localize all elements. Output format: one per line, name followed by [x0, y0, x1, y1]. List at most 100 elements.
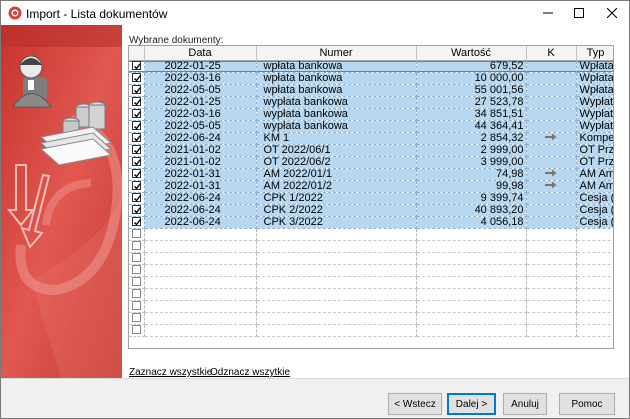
cell-type	[576, 312, 613, 325]
cell-type: Wpłata	[576, 72, 613, 85]
empty-table-row[interactable]	[129, 324, 613, 337]
dialog-footer: < Wstecz Dalej > Anuluj Pomoc	[1, 378, 629, 418]
row-checkbox[interactable]	[131, 193, 141, 203]
documents-grid[interactable]: Data Numer Wartość K Typ 2022-01-25 wpłat…	[128, 45, 614, 349]
deselect-all-link[interactable]: Odznacz wszytkie	[210, 367, 290, 378]
row-checkbox-cell	[129, 108, 145, 121]
cell-date	[144, 312, 257, 325]
cell-amount: 2 854,32	[416, 132, 527, 145]
next-button[interactable]: Dalej >	[447, 393, 496, 415]
table-row[interactable]: 2021-01-02 OT 2022/06/1 2 999,00 OT Prz	[129, 144, 613, 157]
cell-type: AM Am	[576, 180, 613, 193]
row-checkbox[interactable]	[131, 61, 141, 71]
row-checkbox[interactable]	[131, 121, 141, 131]
column-header-k[interactable]: K	[526, 46, 577, 61]
table-row[interactable]: 2022-06-24 CPK 3/2022 4 056,18 Cesja (	[129, 216, 613, 229]
cell-number: wypłata bankowa	[256, 120, 417, 133]
column-header-number[interactable]: Numer	[256, 46, 417, 61]
cell-k	[526, 84, 577, 97]
row-checkbox[interactable]	[131, 241, 141, 251]
cell-date: 2021-01-02	[144, 156, 257, 169]
table-row[interactable]: 2022-03-16 wpłata bankowa 10 000,00 Wpłata	[129, 72, 613, 85]
empty-table-row[interactable]	[129, 300, 613, 313]
table-row[interactable]: 2022-05-05 wpłata bankowa 55 001,56 Wpłata	[129, 84, 613, 97]
empty-table-row[interactable]	[129, 252, 613, 265]
empty-table-row[interactable]	[129, 240, 613, 253]
row-checkbox[interactable]	[131, 325, 141, 335]
row-checkbox[interactable]	[131, 205, 141, 215]
cell-k	[526, 276, 577, 289]
row-checkbox-cell	[129, 312, 145, 325]
row-checkbox[interactable]	[131, 133, 141, 143]
cell-date: 2022-03-16	[144, 108, 257, 121]
select-all-link[interactable]: Zaznacz wszystkie	[129, 367, 212, 378]
row-checkbox-cell	[129, 240, 145, 253]
row-checkbox[interactable]	[131, 229, 141, 239]
table-row[interactable]: 2022-06-24 KM 12 854,32 Kompe	[129, 132, 613, 145]
row-checkbox-cell	[129, 96, 145, 109]
row-checkbox[interactable]	[131, 253, 141, 263]
row-checkbox[interactable]	[131, 169, 141, 179]
cell-amount: 55 001,56	[416, 84, 527, 97]
checkmark-icon	[133, 147, 141, 154]
table-body: 2022-01-25 wpłata bankowa 679,52 Wpłata 2022…	[129, 60, 613, 337]
row-checkbox[interactable]	[131, 313, 141, 323]
table-row[interactable]: 2022-01-25 wpłata bankowa 679,52 Wpłata	[129, 60, 613, 73]
row-checkbox-cell	[129, 252, 145, 265]
back-button[interactable]: < Wstecz	[388, 393, 442, 415]
table-row[interactable]: 2022-01-31 AM 2022/01/1 74,98 AM Am	[129, 168, 613, 181]
row-checkbox[interactable]	[131, 97, 141, 107]
row-checkbox[interactable]	[131, 217, 141, 227]
checkmark-icon	[133, 87, 141, 94]
checkmark-icon	[133, 111, 141, 118]
help-button[interactable]: Pomoc	[559, 393, 615, 415]
maximize-button[interactable]	[564, 1, 594, 25]
minimize-button[interactable]	[533, 1, 563, 25]
cell-type: Wypłat	[576, 108, 613, 121]
cell-type: Cesja (	[576, 192, 613, 205]
table-row[interactable]: 2022-06-24 CPK 2/2022 40 893,20 Cesja (	[129, 204, 613, 217]
empty-table-row[interactable]	[129, 312, 613, 325]
cell-number: AM 2022/01/1	[256, 168, 417, 181]
close-button[interactable]	[597, 1, 627, 25]
cell-date: 2022-06-24	[144, 132, 257, 145]
row-checkbox[interactable]	[131, 289, 141, 299]
row-checkbox[interactable]	[131, 145, 141, 155]
row-checkbox[interactable]	[131, 85, 141, 95]
row-checkbox-cell	[129, 300, 145, 313]
table-row[interactable]: 2022-01-31 AM 2022/01/2 99,98 AM Am	[129, 180, 613, 193]
header-row: Data Numer Wartość K Typ	[129, 46, 613, 61]
empty-table-row[interactable]	[129, 288, 613, 301]
cell-k	[526, 180, 577, 193]
row-checkbox[interactable]	[131, 181, 141, 191]
cancel-button[interactable]: Anuluj	[503, 393, 547, 415]
row-checkbox[interactable]	[131, 277, 141, 287]
cell-date	[144, 300, 257, 313]
row-checkbox[interactable]	[131, 73, 141, 83]
row-checkbox[interactable]	[131, 157, 141, 167]
table-row[interactable]: 2022-03-16 wypłata bankowa 34 851,51 Wypłat	[129, 108, 613, 121]
table-row[interactable]: 2022-01-25 wypłata bankowa 27 523,78 Wypłat	[129, 96, 613, 109]
maximize-icon	[574, 8, 584, 18]
column-header-amount[interactable]: Wartość	[416, 46, 527, 61]
row-checkbox[interactable]	[131, 109, 141, 119]
cell-k	[526, 288, 577, 301]
window-title: Import - Lista dokumentów	[26, 7, 168, 21]
row-checkbox-cell	[129, 324, 145, 337]
empty-table-row[interactable]	[129, 276, 613, 289]
cell-amount	[416, 324, 527, 337]
column-header-date[interactable]: Data	[144, 46, 257, 61]
empty-table-row[interactable]	[129, 264, 613, 277]
arrow-right-icon	[545, 181, 557, 188]
table-row[interactable]: 2022-06-24 CPK 1/2022 9 399,74 Cesja (	[129, 192, 613, 205]
row-checkbox[interactable]	[131, 301, 141, 311]
empty-table-row[interactable]	[129, 228, 613, 241]
table-row[interactable]: 2021-01-02 OT 2022/06/2 3 999,00 OT Prz	[129, 156, 613, 169]
table-row[interactable]: 2022-05-05 wypłata bankowa 44 364,41 Wypłat	[129, 120, 613, 133]
cell-number: OT 2022/06/1	[256, 144, 417, 157]
close-icon	[607, 8, 617, 18]
column-header-type[interactable]: Typ	[576, 46, 613, 61]
cell-amount	[416, 228, 527, 241]
cell-number	[256, 240, 417, 253]
row-checkbox[interactable]	[131, 265, 141, 275]
